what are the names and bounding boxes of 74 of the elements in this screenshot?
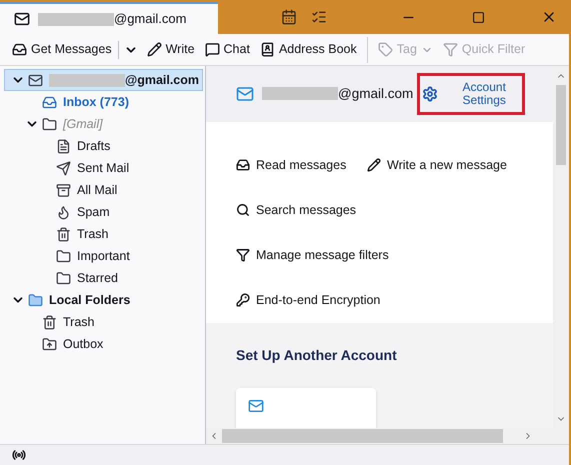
folder-label: Spam [77,204,110,221]
folder-row[interactable]: All Mail [4,179,203,201]
folder-label: All Mail [77,182,118,199]
mail-icon [248,398,264,414]
folder-row[interactable]: Spam [4,201,203,223]
folder-row[interactable]: Sent Mail [4,157,203,179]
folder-row[interactable]: Starred [4,267,203,289]
folder-label: Trash [77,226,108,243]
folder-label: [Gmail] [63,116,103,133]
toolbar-button[interactable]: Get Messages [8,36,116,62]
folder-label: Trash [63,314,94,331]
calendar-icon[interactable] [281,9,297,25]
filter-icon [442,42,458,57]
horizontal-scrollbar[interactable] [206,428,569,444]
pencil-icon [367,158,381,172]
task-list-icon[interactable] [311,9,327,25]
folder-label: Inbox (773) [63,94,129,111]
folder-row[interactable]: Important [4,245,203,267]
inbox-icon [42,94,57,110]
folder-row[interactable]: @gmail.com [4,69,203,91]
folder-row[interactable]: Trash [4,311,203,333]
action-link[interactable]: Read messages [236,156,367,175]
action-link[interactable]: Search messages [236,200,536,220]
folder-label: Outbox [63,336,104,353]
folder-label: Starred [77,270,118,287]
filter-icon [236,248,250,262]
trash-icon [42,314,57,330]
tab-title: @gmail.com [114,10,186,28]
action-link[interactable]: End-to-end Encryption [236,290,536,310]
address-book-icon [260,42,275,57]
setup-heading: Set Up Another Account [236,346,398,365]
speech-bubble-icon [204,42,220,57]
folder-label: Local Folders [49,292,130,309]
action-link[interactable]: Write a new message [367,156,547,175]
folder-row[interactable]: Inbox (773) [4,91,203,113]
folder-icon [56,270,71,286]
action-link[interactable]: Manage message filters [236,246,536,265]
search-icon [236,203,250,218]
mail-icon [28,72,43,88]
gear-icon[interactable] [422,86,438,102]
toolbar-button[interactable]: Address Book [256,36,361,62]
folder-label: Important [77,248,130,265]
mail-icon [236,84,254,103]
pencil-icon [146,42,162,57]
document-icon [56,138,71,154]
folder-icon [42,116,57,132]
toolbar-button[interactable]: Write [142,36,199,62]
mail-icon [14,11,30,27]
account-email: @gmail.com [338,84,414,103]
archive-icon [56,182,71,198]
maximize-icon[interactable] [472,10,485,24]
online-status-icon[interactable] [12,448,26,462]
key-icon [236,293,250,308]
folder-label: Sent Mail [77,160,130,177]
scroll-thumb[interactable] [222,429,503,443]
download-tray-icon [12,42,27,57]
outbox-icon [42,336,57,352]
tag-icon [378,42,393,57]
paper-plane-icon [56,160,71,176]
scroll-thumb[interactable] [556,85,566,165]
folder-row[interactable]: Trash [4,223,203,245]
mail-tab[interactable]: @gmail.com [0,2,218,34]
vertical-scrollbar[interactable] [553,66,569,428]
folder-row[interactable]: Local Folders [4,289,203,311]
toolbar-button[interactable]: Chat [200,36,254,62]
folder-row[interactable]: Outbox [4,333,203,355]
folder-row[interactable]: Drafts [4,135,203,157]
folder-icon [56,248,71,264]
trash-icon [56,226,71,242]
folder-icon [28,292,43,308]
inbox-icon [236,158,250,172]
folder-label: Drafts [77,138,110,155]
folder-label: @gmail.com [125,72,200,89]
flame-icon [56,204,71,220]
